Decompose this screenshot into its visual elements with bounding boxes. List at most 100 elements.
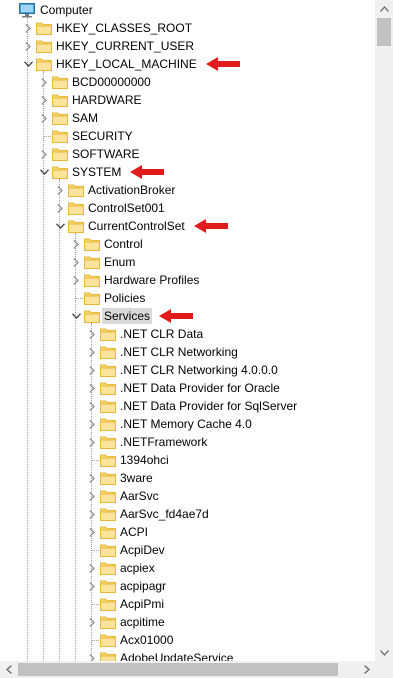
vertical-scroll-thumb[interactable] bbox=[377, 18, 391, 46]
tree-row-controlset001[interactable]: ControlSet001 bbox=[0, 199, 375, 217]
tree-row-netframework[interactable]: .NETFramework bbox=[0, 433, 375, 451]
tree-row-net-data-provider-for-sqlserver[interactable]: .NET Data Provider for SqlServer bbox=[0, 397, 375, 415]
horizontal-scroll-thumb[interactable] bbox=[18, 663, 338, 676]
folder-icon bbox=[100, 345, 116, 359]
tree-row-1394ohci[interactable]: 1394ohci bbox=[0, 451, 375, 469]
folder-icon bbox=[100, 453, 116, 467]
folder-icon bbox=[36, 39, 52, 53]
chevron-right-icon[interactable] bbox=[38, 76, 50, 88]
folder-icon bbox=[100, 363, 116, 377]
tree-row-hardware-profiles[interactable]: Hardware Profiles bbox=[0, 271, 375, 289]
chevron-right-icon[interactable] bbox=[86, 472, 98, 484]
chevron-right-icon[interactable] bbox=[86, 616, 98, 628]
tree-row-bcd00000000[interactable]: BCD00000000 bbox=[0, 73, 375, 91]
tree-row-activationbroker[interactable]: ActivationBroker bbox=[0, 181, 375, 199]
folder-icon bbox=[68, 201, 84, 215]
tree-row-adobeupdateservice[interactable]: AdobeUpdateService bbox=[0, 649, 375, 661]
tree-row-net-memory-cache-4-0[interactable]: .NET Memory Cache 4.0 bbox=[0, 415, 375, 433]
tree-row-software[interactable]: SOFTWARE bbox=[0, 145, 375, 163]
scroll-right-arrow-icon[interactable] bbox=[358, 661, 375, 678]
tree-item-label: AdobeUpdateService bbox=[120, 651, 234, 661]
tree-row-control[interactable]: Control bbox=[0, 235, 375, 253]
tree-row-acpitime[interactable]: acpitime bbox=[0, 613, 375, 631]
tree-leaf-connector bbox=[91, 640, 99, 641]
folder-icon bbox=[84, 291, 100, 305]
tree-item-label: SYSTEM bbox=[72, 165, 122, 179]
folder-icon bbox=[52, 129, 68, 143]
tree-row-acpipmi[interactable]: AcpiPmi bbox=[0, 595, 375, 613]
chevron-right-icon[interactable] bbox=[86, 400, 98, 412]
tree-row-acpipagr[interactable]: acpipagr bbox=[0, 577, 375, 595]
tree-item-label: .NET CLR Data bbox=[120, 327, 204, 341]
tree-row-system[interactable]: SYSTEM bbox=[0, 163, 375, 181]
chevron-right-icon[interactable] bbox=[22, 40, 34, 52]
tree-row-services[interactable]: Services bbox=[0, 307, 375, 325]
chevron-right-icon[interactable] bbox=[70, 274, 82, 286]
chevron-right-icon[interactable] bbox=[86, 652, 98, 661]
chevron-down-icon[interactable] bbox=[54, 220, 66, 232]
tree-row-hkey-classes-root[interactable]: HKEY_CLASSES_ROOT bbox=[0, 19, 375, 37]
scroll-up-arrow-icon[interactable] bbox=[375, 0, 393, 17]
tree-row-hardware[interactable]: HARDWARE bbox=[0, 91, 375, 109]
chevron-right-icon[interactable] bbox=[86, 490, 98, 502]
tree-leaf-connector bbox=[43, 136, 51, 137]
chevron-right-icon[interactable] bbox=[70, 238, 82, 250]
chevron-right-icon[interactable] bbox=[86, 364, 98, 376]
chevron-right-icon[interactable] bbox=[70, 256, 82, 268]
tree-row-net-clr-networking[interactable]: .NET CLR Networking bbox=[0, 343, 375, 361]
chevron-right-icon[interactable] bbox=[86, 580, 98, 592]
tree-row-net-clr-networking-4-0-0-0[interactable]: .NET CLR Networking 4.0.0.0 bbox=[0, 361, 375, 379]
tree-row-acpi[interactable]: ACPI bbox=[0, 523, 375, 541]
folder-icon bbox=[68, 183, 84, 197]
tree-row-policies[interactable]: Policies bbox=[0, 289, 375, 307]
tree-row-net-clr-data[interactable]: .NET CLR Data bbox=[0, 325, 375, 343]
tree-row-net-data-provider-for-oracle[interactable]: .NET Data Provider for Oracle bbox=[0, 379, 375, 397]
tree-item-label: 3ware bbox=[120, 471, 153, 485]
tree-item-label: ControlSet001 bbox=[88, 201, 165, 215]
tree-leaf-connector bbox=[91, 604, 99, 605]
chevron-right-icon[interactable] bbox=[86, 562, 98, 574]
chevron-right-icon[interactable] bbox=[86, 346, 98, 358]
tree-row-enum[interactable]: Enum bbox=[0, 253, 375, 271]
chevron-right-icon[interactable] bbox=[86, 526, 98, 538]
scrollbar-corner bbox=[375, 661, 393, 678]
chevron-right-icon[interactable] bbox=[38, 94, 50, 106]
chevron-right-icon[interactable] bbox=[22, 22, 34, 34]
tree-row-3ware[interactable]: 3ware bbox=[0, 469, 375, 487]
chevron-right-icon[interactable] bbox=[54, 202, 66, 214]
chevron-down-icon[interactable] bbox=[70, 310, 82, 322]
tree-row-sam[interactable]: SAM bbox=[0, 109, 375, 127]
vertical-scrollbar[interactable] bbox=[375, 0, 393, 661]
chevron-down-icon[interactable] bbox=[22, 58, 34, 70]
folder-icon bbox=[100, 561, 116, 575]
chevron-right-icon[interactable] bbox=[54, 184, 66, 196]
tree-row-acpiex[interactable]: acpiex bbox=[0, 559, 375, 577]
scroll-left-arrow-icon[interactable] bbox=[0, 661, 17, 678]
horizontal-scrollbar[interactable] bbox=[0, 661, 375, 678]
scroll-down-arrow-icon[interactable] bbox=[375, 644, 393, 661]
tree-row-currentcontrolset[interactable]: CurrentControlSet bbox=[0, 217, 375, 235]
chevron-right-icon[interactable] bbox=[86, 328, 98, 340]
registry-tree[interactable]: Computer HKEY_CLASSES_ROOT HKEY_CURRENT_US… bbox=[0, 0, 375, 661]
chevron-right-icon[interactable] bbox=[86, 508, 98, 520]
chevron-right-icon[interactable] bbox=[38, 148, 50, 160]
tree-row-acx01000[interactable]: Acx01000 bbox=[0, 631, 375, 649]
tree-row-security[interactable]: SECURITY bbox=[0, 127, 375, 145]
tree-row-computer[interactable]: Computer bbox=[0, 1, 375, 19]
folder-icon bbox=[100, 633, 116, 647]
chevron-right-icon[interactable] bbox=[38, 112, 50, 124]
tree-row-hkey-current-user[interactable]: HKEY_CURRENT_USER bbox=[0, 37, 375, 55]
tree-row-acpidev[interactable]: AcpiDev bbox=[0, 541, 375, 559]
tree-row-aarsvc-fd4ae7d[interactable]: AarSvc_fd4ae7d bbox=[0, 505, 375, 523]
folder-open-icon bbox=[36, 57, 52, 71]
tree-item-label: .NET Data Provider for Oracle bbox=[120, 381, 280, 395]
chevron-down-icon[interactable] bbox=[38, 166, 50, 178]
chevron-right-icon[interactable] bbox=[86, 418, 98, 430]
chevron-right-icon[interactable] bbox=[86, 382, 98, 394]
tree-item-label: Acx01000 bbox=[120, 633, 174, 647]
folder-icon bbox=[100, 489, 116, 503]
tree-row-hkey-local-machine[interactable]: HKEY_LOCAL_MACHINE bbox=[0, 55, 375, 73]
tree-row-aarsvc[interactable]: AarSvc bbox=[0, 487, 375, 505]
tree-item-label: Computer bbox=[40, 3, 93, 17]
chevron-right-icon[interactable] bbox=[86, 436, 98, 448]
